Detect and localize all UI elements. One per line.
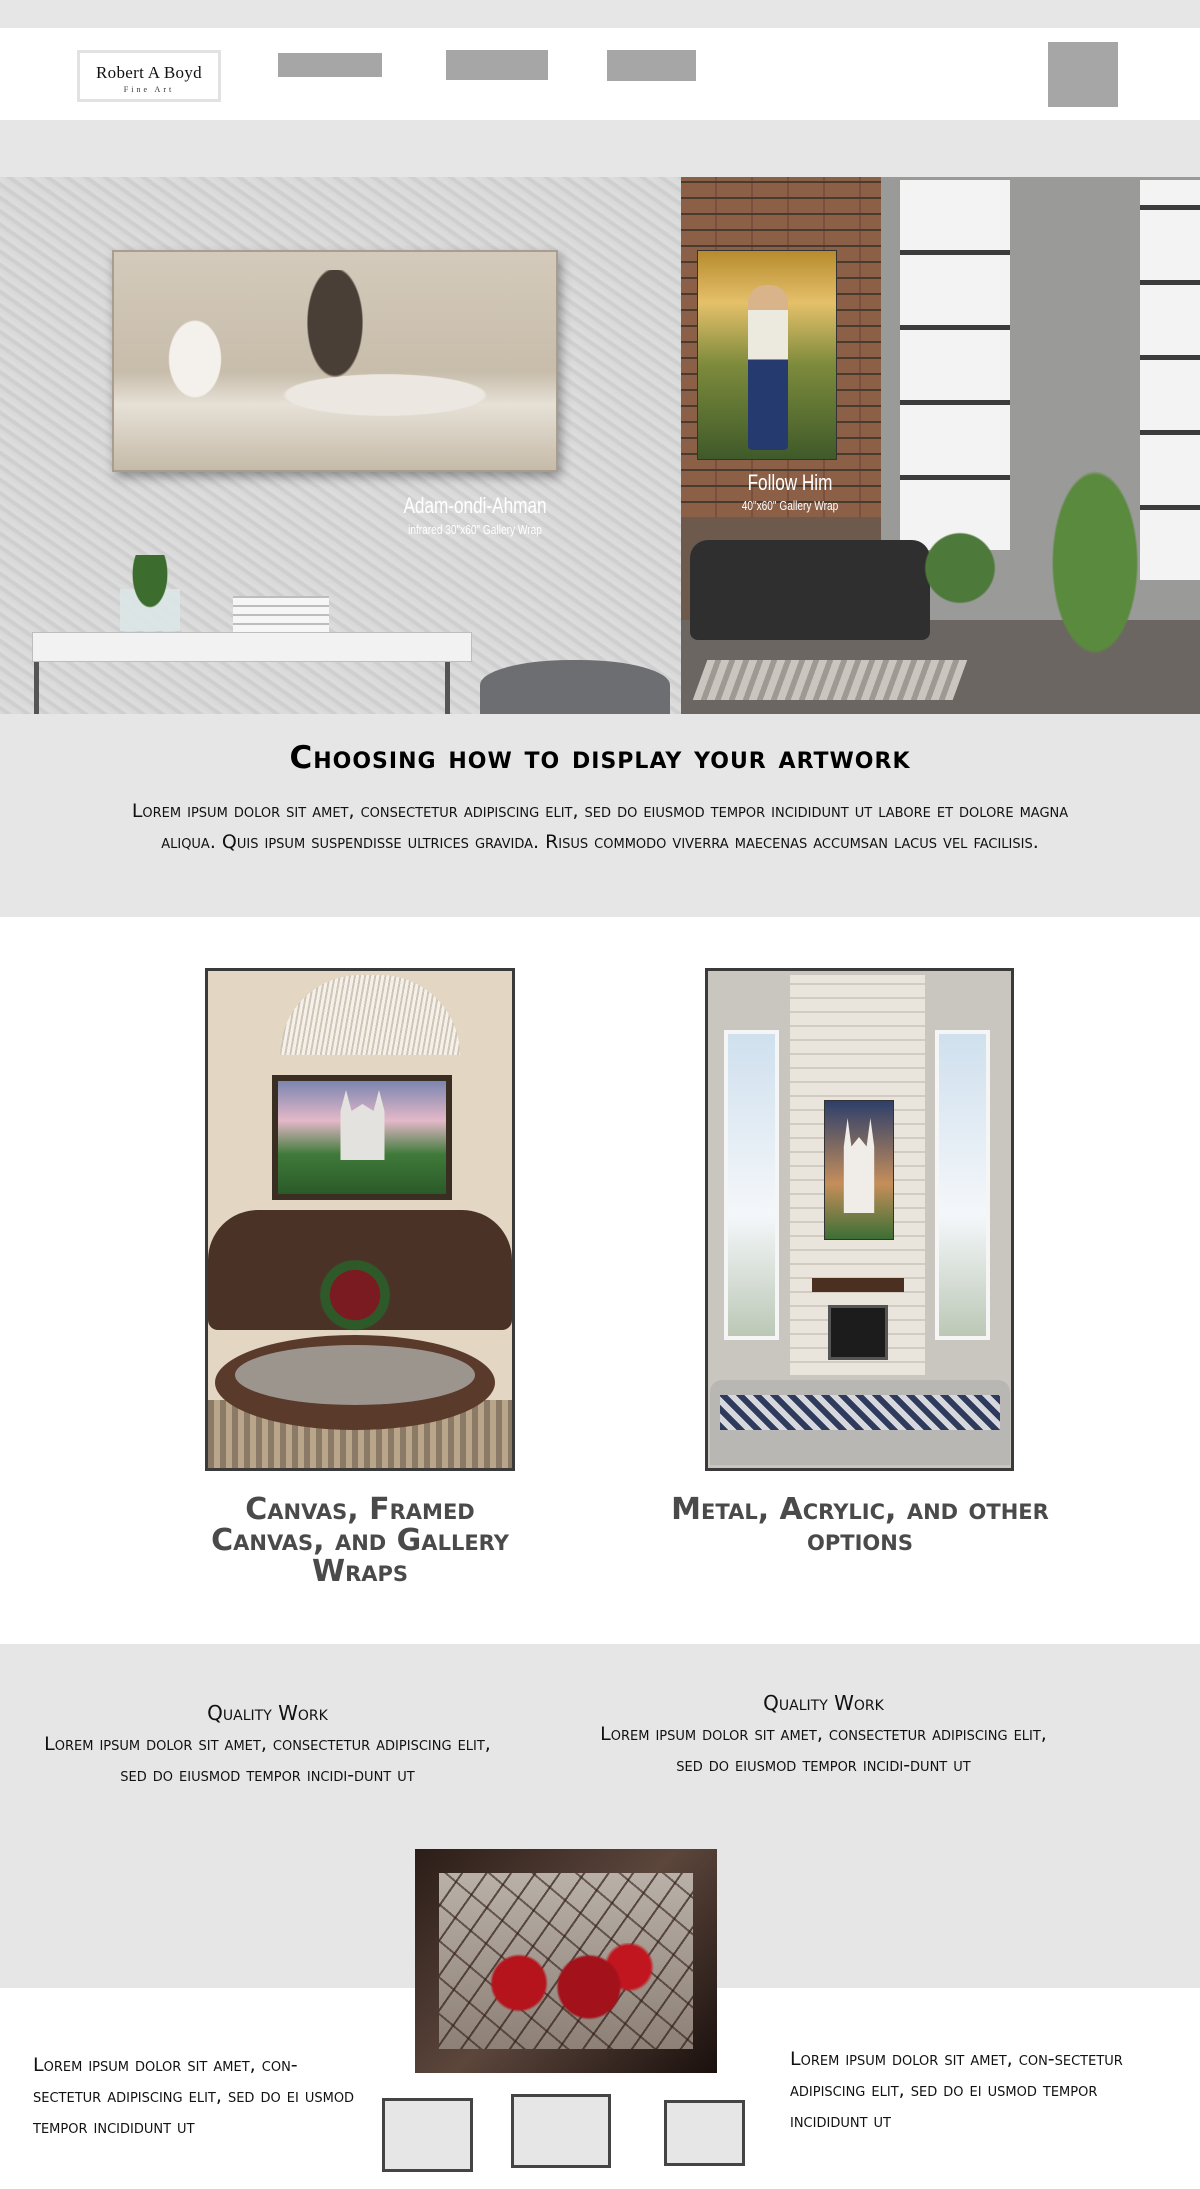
artwork-berries	[459, 1943, 659, 2023]
nav-link-placeholder-3[interactable]	[607, 50, 696, 81]
hero-vase	[120, 555, 180, 631]
sub-header-strip	[0, 120, 1200, 177]
logo-subtitle: Fine Art	[123, 85, 175, 94]
artwork-tree	[285, 270, 385, 420]
hero-rug	[692, 660, 968, 700]
card-2-title[interactable]: Metal, Acrylic, and other options	[668, 1494, 1052, 1556]
quality-body: Lorem ipsum dolor sit amet, consectetur …	[44, 1733, 491, 1786]
artwork-treeline	[240, 365, 530, 425]
intro-body: Lorem ipsum dolor sit amet, consectetur …	[131, 800, 1069, 853]
card-2-window	[724, 1030, 779, 1340]
thumbnail-placeholder-3[interactable]	[664, 2100, 745, 2166]
lower-text-right: Lorem ipsum dolor sit amet, con-sectetur…	[790, 2048, 1123, 2132]
artwork-2-size: 40"x60" Gallery Wrap	[741, 498, 839, 513]
lower-text-left: Lorem ipsum dolor sit amet, con-sectetur…	[33, 2054, 355, 2138]
hero-window	[900, 180, 1010, 550]
card-1-flowers	[300, 1250, 410, 1340]
artwork-2-title: Follow Him	[747, 470, 833, 495]
card-1-title[interactable]: Canvas, Framed Canvas, and Gallery Wraps	[188, 1494, 532, 1587]
artwork-1-title: Adam-ondi-Ahman	[403, 493, 547, 518]
quality-block-1: Quality Work Lorem ipsum dolor sit amet,…	[40, 1698, 495, 1791]
hero-plant	[1030, 450, 1160, 700]
intro-heading: Choosing how to display your artwork	[289, 740, 911, 776]
thumbnail-placeholder-2[interactable]	[511, 2094, 611, 2168]
quality-body: Lorem ipsum dolor sit amet, consectetur …	[600, 1723, 1047, 1776]
card-2-rug	[720, 1395, 1000, 1430]
nav-link-placeholder-1[interactable]	[278, 53, 382, 77]
nav-link-placeholder-2[interactable]	[446, 50, 548, 80]
header-button-placeholder[interactable]	[1048, 42, 1118, 107]
hero-sofa	[690, 540, 930, 640]
hero-table-leg	[445, 662, 450, 714]
hero-table-leg	[34, 662, 39, 714]
card-2-window	[935, 1030, 990, 1340]
hero-plant	[915, 520, 1005, 640]
card-1-table-glass	[235, 1345, 475, 1405]
hero-books	[233, 596, 329, 632]
thumbnail-placeholder-1[interactable]	[382, 2098, 473, 2172]
site-logo[interactable]: Robert A Boyd Fine Art	[77, 50, 221, 102]
artwork-figure	[748, 285, 788, 450]
top-strip	[0, 0, 1200, 28]
logo-name: Robert A Boyd	[96, 63, 202, 82]
card-2-fireplace	[828, 1305, 888, 1360]
framed-artwork-image	[415, 1849, 717, 2073]
quality-title: Quality Work	[763, 1691, 884, 1715]
hero-ottoman	[480, 660, 670, 714]
artwork-tree	[150, 315, 240, 425]
quality-block-2: Quality Work Lorem ipsum dolor sit amet,…	[596, 1688, 1051, 1781]
artwork-1-size: infrared 30"x60" Gallery Wrap	[408, 522, 542, 537]
framed-artwork-canvas	[439, 1873, 693, 2049]
card-2-mantel	[812, 1278, 904, 1292]
quality-title: Quality Work	[207, 1701, 328, 1725]
hero-table	[32, 632, 472, 662]
